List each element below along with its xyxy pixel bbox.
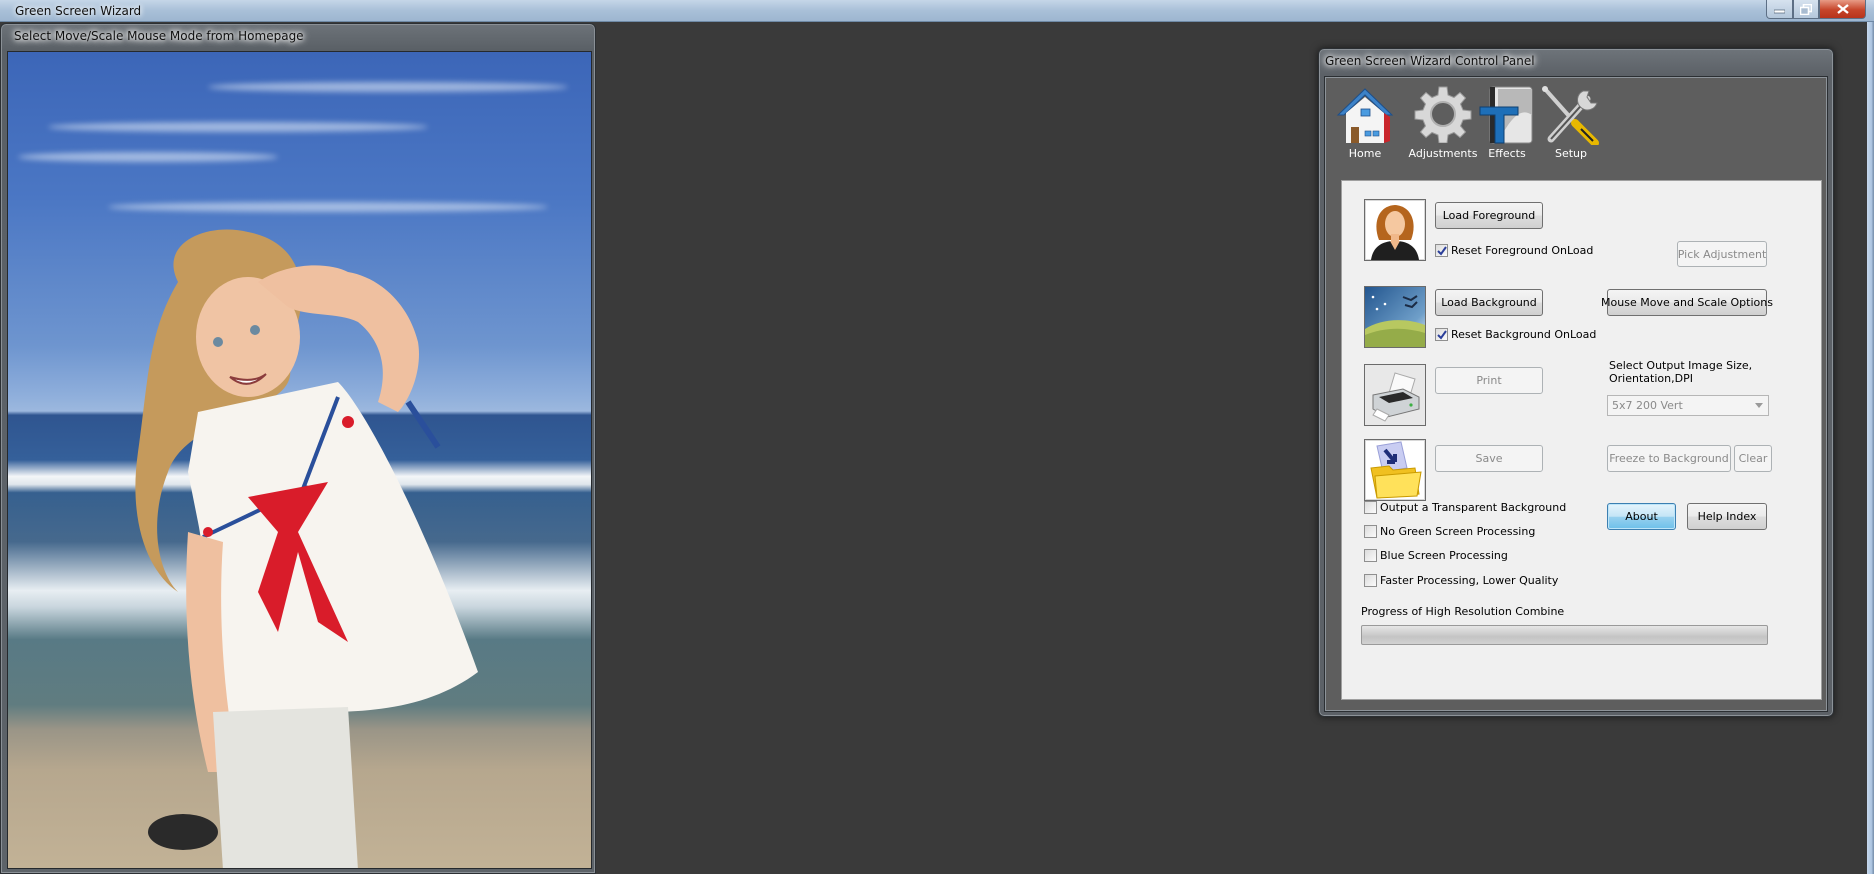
help-index-button[interactable]: Help Index <box>1687 503 1767 530</box>
home-icon <box>1336 88 1394 143</box>
restore-icon <box>1800 3 1812 15</box>
gear-icon <box>1414 86 1472 143</box>
subject-figure <box>135 229 478 868</box>
printer-icon <box>1365 365 1425 425</box>
load-background-button[interactable]: Load Background <box>1435 289 1543 316</box>
print-thumbnail[interactable] <box>1364 364 1426 426</box>
reset-background-checkbox[interactable]: Reset Background OnLoad <box>1435 328 1596 341</box>
option-no-green-screen-box[interactable] <box>1364 525 1377 538</box>
output-size-label: Select Output Image Size, Orientation,DP… <box>1609 359 1753 385</box>
control-panel-title: Green Screen Wizard Control Panel <box>1325 54 1535 68</box>
control-panel-body: Home Adjustments Effects Setup Load Fore… <box>1324 76 1828 712</box>
progress-label: Progress of High Resolution Combine <box>1361 605 1565 618</box>
toolbar-home-label: Home <box>1348 147 1382 160</box>
toolbar-home[interactable]: Home <box>1327 85 1403 165</box>
mouse-move-scale-options-button[interactable]: Mouse Move and Scale Options <box>1601 289 1773 316</box>
pick-adjustment-button[interactable]: Pick Adjustment <box>1677 241 1767 267</box>
person-icon <box>1371 205 1419 260</box>
reset-foreground-label: Reset Foreground OnLoad <box>1451 244 1594 257</box>
close-icon <box>1836 4 1849 14</box>
checkmark-icon <box>1436 245 1447 256</box>
load-foreground-button[interactable]: Load Foreground <box>1435 202 1543 229</box>
restore-button[interactable] <box>1793 0 1819 19</box>
output-size-select[interactable]: 5x7 200 Vert <box>1607 395 1769 416</box>
checkmark-icon <box>1436 329 1447 340</box>
option-faster-processing-label: Faster Processing, Lower Quality <box>1380 574 1559 587</box>
window-frame-right <box>1866 22 1874 874</box>
option-faster-processing-box[interactable] <box>1364 574 1377 587</box>
reset-foreground-checkbox[interactable]: Reset Foreground OnLoad <box>1435 244 1593 257</box>
image-window-caption: Select Move/Scale Mouse Mode from Homepa… <box>14 29 304 43</box>
option-transparent-background-label: Output a Transparent Background <box>1380 501 1567 514</box>
window-controls <box>1766 0 1866 19</box>
option-no-green-screen[interactable]: No Green Screen Processing <box>1364 525 1535 538</box>
option-transparent-background-box[interactable] <box>1364 501 1377 514</box>
option-blue-screen[interactable]: Blue Screen Processing <box>1364 549 1508 562</box>
print-button[interactable]: Print <box>1435 367 1543 394</box>
minimize-button[interactable] <box>1766 0 1793 19</box>
option-blue-screen-box[interactable] <box>1364 549 1377 562</box>
toolbar-setup-label: Setup <box>1554 147 1588 160</box>
app-title: Green Screen Wizard <box>15 4 142 18</box>
app-title-bar[interactable]: Green Screen Wizard <box>0 0 1874 22</box>
reset-foreground-checkbox-box[interactable] <box>1435 244 1448 257</box>
option-blue-screen-label: Blue Screen Processing <box>1380 549 1508 562</box>
image-preview-window[interactable]: Select Move/Scale Mouse Mode from Homepa… <box>0 23 596 874</box>
home-page-content: Load Foreground Reset Foreground OnLoad … <box>1341 180 1822 700</box>
composite-image[interactable] <box>7 51 592 869</box>
save-button[interactable]: Save <box>1435 445 1543 472</box>
background-thumbnail[interactable] <box>1364 286 1426 348</box>
option-transparent-background[interactable]: Output a Transparent Background <box>1364 501 1566 514</box>
about-button[interactable]: About <box>1607 503 1676 530</box>
minimize-icon <box>1774 9 1785 13</box>
option-no-green-screen-label: No Green Screen Processing <box>1380 525 1536 538</box>
text-effects-icon <box>1479 86 1533 144</box>
toolbar-setup[interactable]: Setup <box>1533 85 1609 165</box>
close-button[interactable] <box>1819 0 1866 19</box>
clear-button[interactable]: Clear <box>1734 445 1772 472</box>
reset-background-checkbox-box[interactable] <box>1435 328 1448 341</box>
save-folder-icon <box>1370 441 1422 499</box>
save-thumbnail[interactable] <box>1364 439 1426 501</box>
freeze-to-background-button[interactable]: Freeze to Background <box>1607 445 1731 472</box>
landscape-icon <box>1365 287 1425 347</box>
foreground-thumbnail[interactable] <box>1364 199 1426 261</box>
chevron-down-icon <box>1755 403 1763 408</box>
output-size-selected: 5x7 200 Vert <box>1612 399 1683 412</box>
control-panel-window[interactable]: Green Screen Wizard Control Panel Home A… <box>1318 48 1834 717</box>
tools-icon <box>1542 86 1599 145</box>
high-res-combine-progress <box>1361 625 1768 645</box>
reset-background-label: Reset Background OnLoad <box>1451 328 1597 341</box>
option-faster-processing[interactable]: Faster Processing, Lower Quality <box>1364 574 1558 587</box>
